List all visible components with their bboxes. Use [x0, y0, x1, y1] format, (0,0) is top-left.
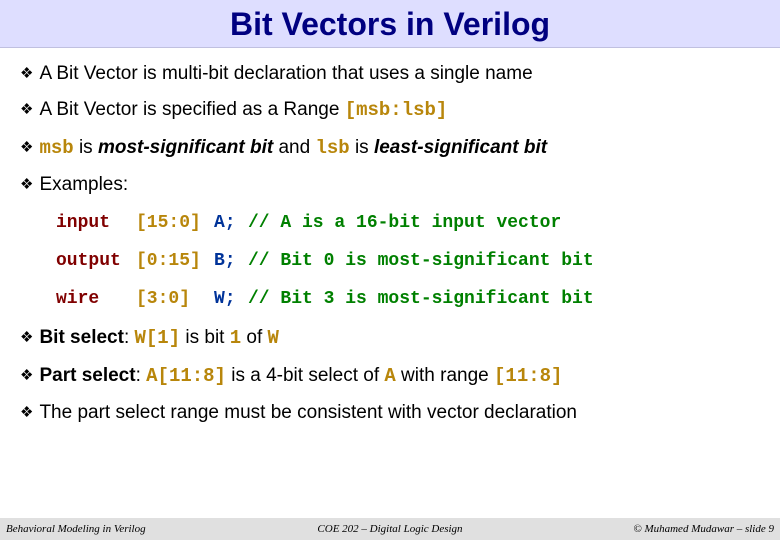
ex-name: W; — [214, 286, 248, 314]
example-row: wire [3:0] W; // Bit 3 is most-significa… — [56, 286, 760, 314]
title-bar: Bit Vectors in Verilog — [0, 0, 780, 48]
bullet-6: ❖ Part select: A[11:8] is a 4-bit select… — [20, 361, 760, 391]
bullet-5: ❖ Bit select: W[1] is bit 1 of W — [20, 323, 760, 353]
code: A — [384, 365, 395, 387]
footer-left: Behavioral Modeling in Verilog — [6, 523, 262, 535]
ex-range: [0:15] — [136, 248, 214, 276]
code: W — [268, 327, 279, 349]
txt: is — [350, 137, 374, 158]
txt: is a 4-bit select of — [226, 365, 384, 386]
bullet-7: ❖ The part select range must be consiste… — [20, 398, 760, 427]
msb-code: msb — [39, 137, 73, 159]
code: 1 — [230, 327, 241, 349]
txt: of — [241, 327, 267, 348]
txt: and — [273, 137, 315, 158]
ex-keyword: input — [56, 210, 136, 238]
lsb-def: least-significant bit — [374, 137, 547, 158]
bullet-1-text: A Bit Vector is multi-bit declaration th… — [39, 59, 532, 88]
bullet-5-text: Bit select: W[1] is bit 1 of W — [39, 323, 279, 353]
bullet-3-text: msb is most-significant bit and lsb is l… — [39, 133, 547, 163]
examples-block: input [15:0] A; // A is a 16-bit input v… — [56, 210, 760, 314]
bit-select-label: Bit select — [39, 327, 123, 348]
txt: is bit — [180, 327, 230, 348]
part-select-label: Part select — [39, 365, 135, 386]
ex-comment: // A is a 16-bit input vector — [248, 210, 561, 238]
example-row: output [0:15] B; // Bit 0 is most-signif… — [56, 248, 760, 276]
diamond-icon: ❖ — [20, 98, 33, 121]
bullet-7-text: The part select range must be consistent… — [39, 398, 577, 427]
bullet-2-plain: A Bit Vector is specified as a Range — [39, 99, 344, 120]
bullet-2-code: [msb:lsb] — [345, 99, 448, 121]
ex-comment: // Bit 0 is most-significant bit — [248, 248, 594, 276]
ex-range: [3:0] — [136, 286, 214, 314]
bullet-3: ❖ msb is most-significant bit and lsb is… — [20, 133, 760, 163]
bullet-1: ❖ A Bit Vector is multi-bit declaration … — [20, 59, 760, 88]
msb-def: most-significant bit — [98, 137, 273, 158]
diamond-icon: ❖ — [20, 326, 33, 349]
footer: Behavioral Modeling in Verilog COE 202 –… — [0, 518, 780, 540]
slide-content: ❖ A Bit Vector is multi-bit declaration … — [0, 48, 780, 518]
lsb-code: lsb — [315, 137, 349, 159]
diamond-icon: ❖ — [20, 401, 33, 424]
txt: : — [136, 365, 147, 386]
bullet-6-text: Part select: A[11:8] is a 4-bit select o… — [39, 361, 562, 391]
bullet-2-text: A Bit Vector is specified as a Range [ms… — [39, 95, 447, 125]
slide: Bit Vectors in Verilog ❖ A Bit Vector is… — [0, 0, 780, 540]
diamond-icon: ❖ — [20, 136, 33, 159]
diamond-icon: ❖ — [20, 173, 33, 196]
ex-comment: // Bit 3 is most-significant bit — [248, 286, 594, 314]
code: [11:8] — [494, 365, 562, 387]
example-row: input [15:0] A; // A is a 16-bit input v… — [56, 210, 760, 238]
bullet-2: ❖ A Bit Vector is specified as a Range [… — [20, 95, 760, 125]
txt: is — [74, 137, 98, 158]
diamond-icon: ❖ — [20, 364, 33, 387]
ex-name: A; — [214, 210, 248, 238]
diamond-icon: ❖ — [20, 62, 33, 85]
code: W[1] — [135, 327, 181, 349]
txt: with range — [396, 365, 494, 386]
footer-right: © Muhamed Mudawar – slide 9 — [518, 523, 774, 535]
bullet-4: ❖ Examples: — [20, 170, 760, 199]
ex-keyword: wire — [56, 286, 136, 314]
ex-name: B; — [214, 248, 248, 276]
txt: : — [124, 327, 135, 348]
ex-range: [15:0] — [136, 210, 214, 238]
slide-title: Bit Vectors in Verilog — [0, 6, 780, 43]
code: A[11:8] — [146, 365, 226, 387]
footer-center: COE 202 – Digital Logic Design — [262, 523, 518, 535]
bullet-4-text: Examples: — [39, 170, 128, 199]
ex-keyword: output — [56, 248, 136, 276]
